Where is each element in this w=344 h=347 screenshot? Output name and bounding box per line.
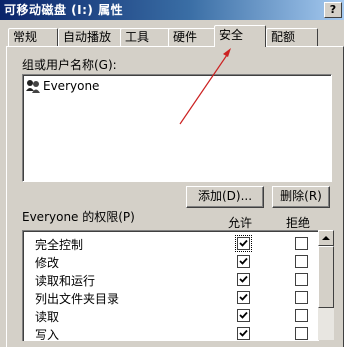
deny-checkbox[interactable] (295, 291, 308, 304)
tab-hardware[interactable]: 硬件 (168, 28, 220, 46)
allow-checkbox[interactable] (235, 235, 252, 252)
allow-checkbox[interactable] (237, 273, 250, 286)
add-button[interactable]: 添加(D)... (186, 186, 264, 208)
allow-header: 允许 (228, 216, 253, 230)
tab-autoplay[interactable]: 自动播放 (58, 28, 126, 46)
tab-general[interactable]: 常规 (8, 28, 58, 46)
check-icon (239, 293, 248, 301)
tab-tools[interactable]: 工具 (120, 28, 172, 46)
permission-row: 写入 (23, 325, 319, 341)
deny-checkbox[interactable] (295, 237, 308, 250)
scroll-up-button[interactable] (318, 230, 334, 246)
check-icon (239, 311, 248, 319)
window-title: 可移动磁盘 (I:) 属性 (4, 3, 124, 17)
deny-checkbox[interactable] (295, 273, 308, 286)
check-icon (239, 329, 248, 337)
check-icon (239, 239, 248, 247)
permission-name: 列出文件夹目录 (35, 292, 120, 306)
list-item-everyone[interactable]: Everyone (25, 77, 99, 95)
groups-label: 组或用户名称(G): (22, 58, 117, 72)
deny-checkbox[interactable] (295, 327, 308, 340)
users-listbox[interactable]: Everyone (22, 74, 332, 182)
permission-row: 完全控制 (23, 235, 319, 253)
help-button[interactable]: ? (324, 2, 342, 18)
permission-row: 读取和运行 (23, 271, 319, 289)
allow-checkbox[interactable] (237, 291, 250, 304)
permission-name: 修改 (35, 256, 60, 270)
permission-name: 完全控制 (35, 238, 84, 252)
permissions-label: Everyone 的权限(P) (22, 210, 135, 224)
deny-checkbox[interactable] (295, 309, 308, 322)
tab-security[interactable]: 安全 (214, 25, 266, 47)
deny-checkbox[interactable] (295, 255, 308, 268)
check-icon (239, 275, 248, 283)
scroll-thumb[interactable] (318, 246, 334, 308)
permission-name: 读取 (35, 310, 60, 324)
users-group-icon (25, 78, 41, 94)
permission-name: 读取和运行 (35, 274, 96, 288)
user-name: Everyone (43, 79, 100, 93)
permissions-list: 完全控制修改读取和运行列出文件夹目录 读取写入 (22, 230, 319, 341)
check-icon (239, 257, 248, 265)
permissions-scrollbar[interactable] (318, 230, 334, 340)
remove-button[interactable]: 删除(R) (272, 186, 330, 208)
allow-checkbox[interactable] (237, 309, 250, 322)
permission-row: 列出文件夹目录 (23, 289, 319, 307)
tab-quota[interactable]: 配额 (266, 28, 318, 46)
allow-checkbox[interactable] (237, 327, 250, 340)
permission-row: 读取 (23, 307, 319, 325)
scroll-up-arrow-icon (322, 236, 330, 240)
permission-row: 修改 (23, 253, 319, 271)
deny-header: 拒绝 (286, 216, 311, 230)
title-bar: 可移动磁盘 (I:) 属性 ? (0, 0, 344, 20)
permission-name: 写入 (35, 328, 60, 341)
allow-checkbox[interactable] (237, 255, 250, 268)
